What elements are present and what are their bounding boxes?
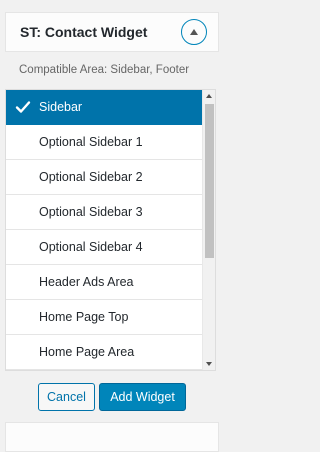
cancel-button[interactable]: Cancel [38, 383, 95, 411]
widget-title: ST: Contact Widget [20, 24, 148, 40]
list-item-sidebar[interactable]: Sidebar [6, 90, 202, 125]
compatible-area-text: Compatible Area: Sidebar, Footer [19, 64, 190, 76]
scrollbar-thumb[interactable] [205, 104, 214, 258]
list-item-header-ads-area[interactable]: Header Ads Area [6, 265, 202, 300]
list-item-optional-sidebar-3[interactable]: Optional Sidebar 3 [6, 195, 202, 230]
list-item-optional-sidebar-4[interactable]: Optional Sidebar 4 [6, 230, 202, 265]
list-item-label: Optional Sidebar 1 [39, 135, 143, 149]
widget-header[interactable]: ST: Contact Widget [5, 12, 219, 52]
list-item-optional-sidebar-2[interactable]: Optional Sidebar 2 [6, 160, 202, 195]
list-item-label: Home Page Top [39, 310, 129, 324]
list-item-label: Sidebar [39, 100, 83, 114]
next-widget-panel[interactable] [5, 422, 219, 452]
collapse-toggle-button[interactable] [181, 19, 207, 45]
list-scrollbar[interactable] [202, 90, 215, 370]
list-item-optional-sidebar-1[interactable]: Optional Sidebar 1 [6, 125, 202, 160]
scroll-up-arrow-icon[interactable] [206, 94, 212, 98]
sidebar-options: Sidebar Optional Sidebar 1 Optional Side… [6, 90, 202, 370]
chevron-up-icon [190, 29, 198, 35]
list-item-home-page-area[interactable]: Home Page Area [6, 335, 202, 370]
list-item-label: Optional Sidebar 2 [39, 170, 143, 184]
list-item-label: Header Ads Area [39, 275, 134, 289]
checkmark-icon [15, 101, 31, 113]
scroll-down-arrow-icon[interactable] [206, 362, 212, 366]
add-widget-button[interactable]: Add Widget [99, 383, 186, 411]
list-item-label: Home Page Area [39, 345, 135, 359]
sidebar-select-list[interactable]: Sidebar Optional Sidebar 1 Optional Side… [5, 89, 216, 371]
list-item-label: Optional Sidebar 4 [39, 240, 143, 254]
list-item-label: Optional Sidebar 3 [39, 205, 143, 219]
list-item-home-page-top[interactable]: Home Page Top [6, 300, 202, 335]
